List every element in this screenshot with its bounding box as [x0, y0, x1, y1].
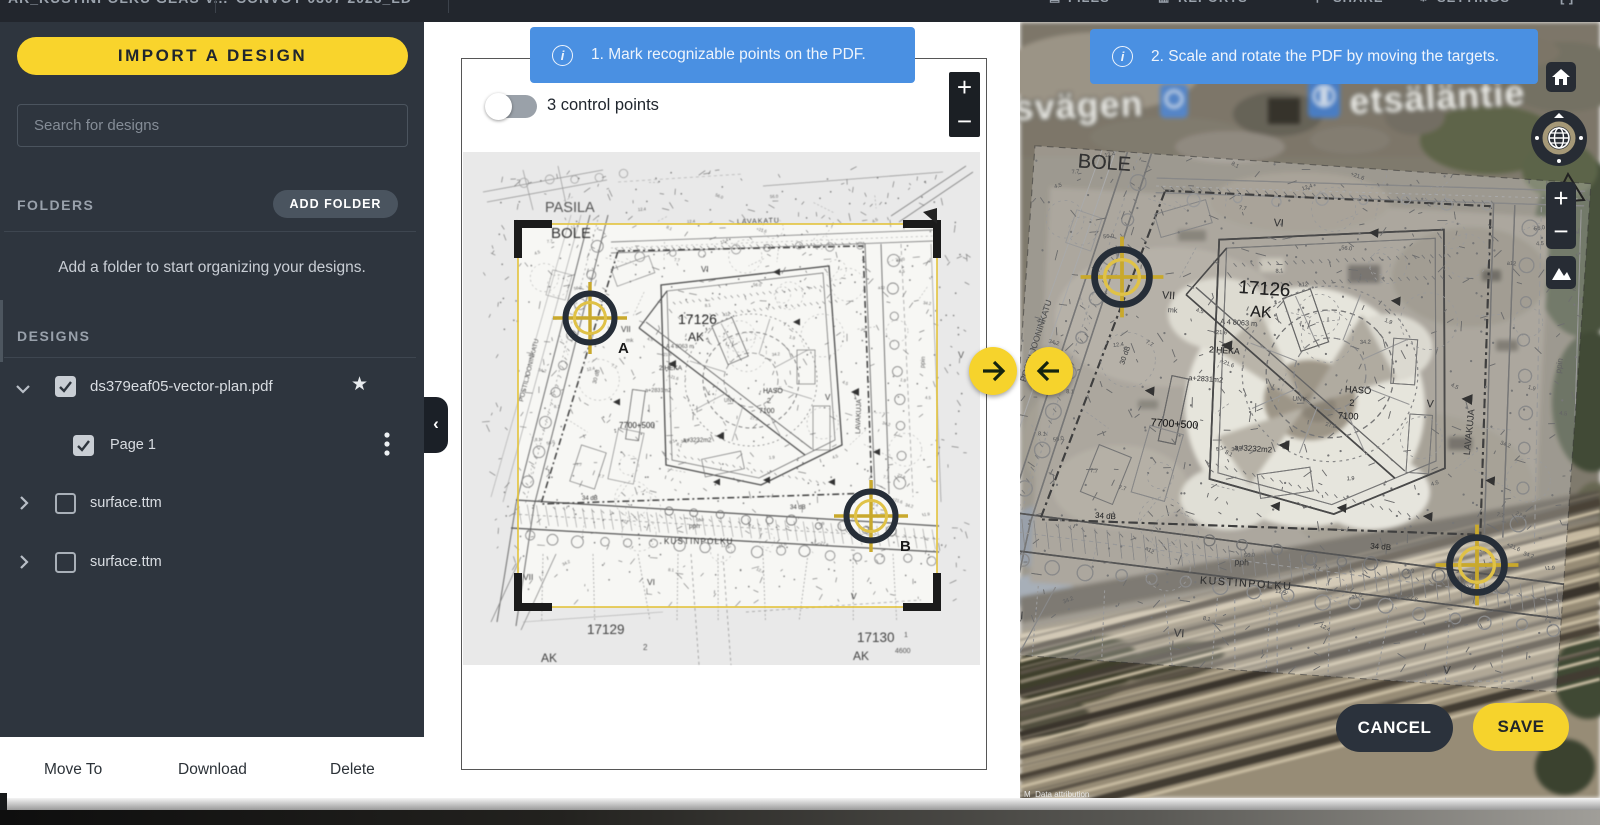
svg-text:svägen: svägen — [1020, 83, 1144, 129]
svg-text:B: B — [900, 538, 911, 555]
svg-text:A: A — [618, 340, 629, 357]
